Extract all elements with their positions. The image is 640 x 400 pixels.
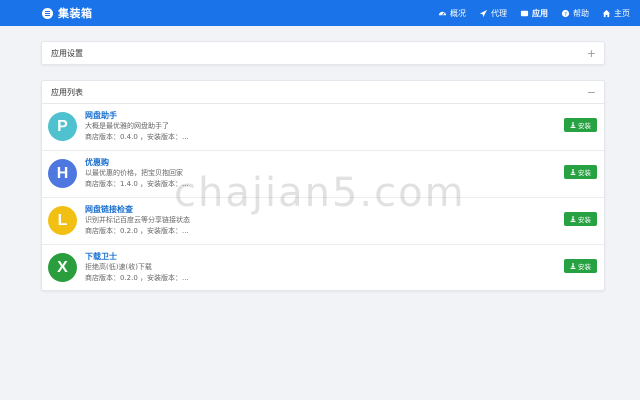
install-label: 安装 [578, 263, 591, 271]
download-icon [570, 263, 576, 269]
app-item: P 网盘助手 大概是最优雅的网盘助手了 商店版本：0.4.0 ，安装版本：...… [42, 104, 604, 151]
collapse-toggle[interactable]: − [587, 87, 596, 98]
nav-item-home[interactable]: 主页 [602, 8, 630, 19]
app-item: L 网盘链接检查 识别并标记百度云等分享链接状态 商店版本：0.2.0 ，安装版… [42, 198, 604, 245]
app-item: H 优惠购 以最优惠的价格，把宝贝抱回家 商店版本：1.4.0 ，安装版本：..… [42, 151, 604, 198]
install-button[interactable]: 安装 [564, 212, 597, 226]
question-circle-icon: ? [561, 9, 570, 18]
panel-title: 应用列表 [51, 87, 83, 97]
app-avatar: P [48, 112, 77, 141]
install-label: 安装 [578, 169, 591, 177]
app-version: 商店版本：0.4.0 ，安装版本：... [85, 133, 189, 141]
app-version: 商店版本：1.4.0 ，安装版本：... [85, 180, 189, 188]
app-settings-panel: 应用设置 + [41, 41, 605, 65]
app-name-link[interactable]: 网盘助手 [85, 110, 525, 121]
nav-label: 代理 [491, 8, 507, 18]
app-description: 拒绝高(低)速(收)下载 [85, 263, 152, 271]
install-label: 安装 [578, 216, 591, 224]
app-info: 优惠购 以最优惠的价格，把宝贝抱回家 商店版本：1.4.0 ，安装版本：... [85, 157, 525, 190]
app-avatar: H [48, 159, 77, 188]
app-avatar: X [48, 253, 77, 282]
brand-logo-icon [42, 7, 53, 19]
paper-plane-icon [479, 9, 488, 18]
install-label: 安装 [578, 122, 591, 130]
app-description: 大概是最优雅的网盘助手了 [85, 122, 169, 130]
panel-title: 应用设置 [51, 48, 83, 58]
download-icon [570, 122, 576, 128]
install-button[interactable]: 安装 [564, 259, 597, 273]
app-info: 网盘助手 大概是最优雅的网盘助手了 商店版本：0.4.0 ，安装版本：... [85, 110, 525, 143]
dashboard-icon [438, 9, 447, 18]
app-info: 下载卫士 拒绝高(低)速(收)下载 商店版本：0.2.0 ，安装版本：... [85, 251, 525, 284]
app-name-link[interactable]: 网盘链接检查 [85, 204, 525, 215]
app-list-panel: 应用列表 − P 网盘助手 大概是最优雅的网盘助手了 商店版本：0.4.0 ，安… [41, 80, 605, 291]
nav-label: 概况 [450, 8, 466, 18]
app-version: 商店版本：0.2.0 ，安装版本：... [85, 227, 189, 235]
app-version: 商店版本：0.2.0 ，安装版本：... [85, 274, 189, 282]
top-navbar: 集装箱 概况 代理 应用 ? 帮助 主页 [0, 0, 640, 26]
app-description: 以最优惠的价格，把宝贝抱回家 [85, 169, 183, 177]
app-name-link[interactable]: 下载卫士 [85, 251, 525, 262]
app-avatar: L [48, 206, 77, 235]
download-icon [570, 169, 576, 175]
nav-item-overview[interactable]: 概况 [438, 8, 466, 19]
app-name-link[interactable]: 优惠购 [85, 157, 525, 168]
app-info: 网盘链接检查 识别并标记百度云等分享链接状态 商店版本：0.2.0 ，安装版本：… [85, 204, 525, 237]
nav-item-proxy[interactable]: 代理 [479, 8, 507, 19]
home-icon [602, 9, 611, 18]
nav-label: 帮助 [573, 8, 589, 18]
nav-item-help[interactable]: ? 帮助 [561, 8, 589, 19]
expand-toggle[interactable]: + [587, 48, 596, 59]
app-list-header[interactable]: 应用列表 − [42, 81, 604, 104]
app-description: 识别并标记百度云等分享链接状态 [85, 216, 190, 224]
app-settings-header[interactable]: 应用设置 + [42, 42, 604, 64]
install-button[interactable]: 安装 [564, 118, 597, 132]
nav-label: 应用 [532, 8, 548, 18]
download-icon [570, 216, 576, 222]
app-item: X 下载卫士 拒绝高(低)速(收)下载 商店版本：0.2.0 ，安装版本：...… [42, 245, 604, 291]
svg-text:?: ? [564, 11, 567, 17]
install-button[interactable]: 安装 [564, 165, 597, 179]
brand-name: 集装箱 [58, 7, 93, 20]
nav-label: 主页 [614, 8, 630, 18]
nav-menu: 概况 代理 应用 ? 帮助 主页 [438, 8, 630, 19]
window-icon [520, 9, 529, 18]
brand[interactable]: 集装箱 [42, 5, 93, 21]
nav-item-apps[interactable]: 应用 [520, 8, 548, 19]
